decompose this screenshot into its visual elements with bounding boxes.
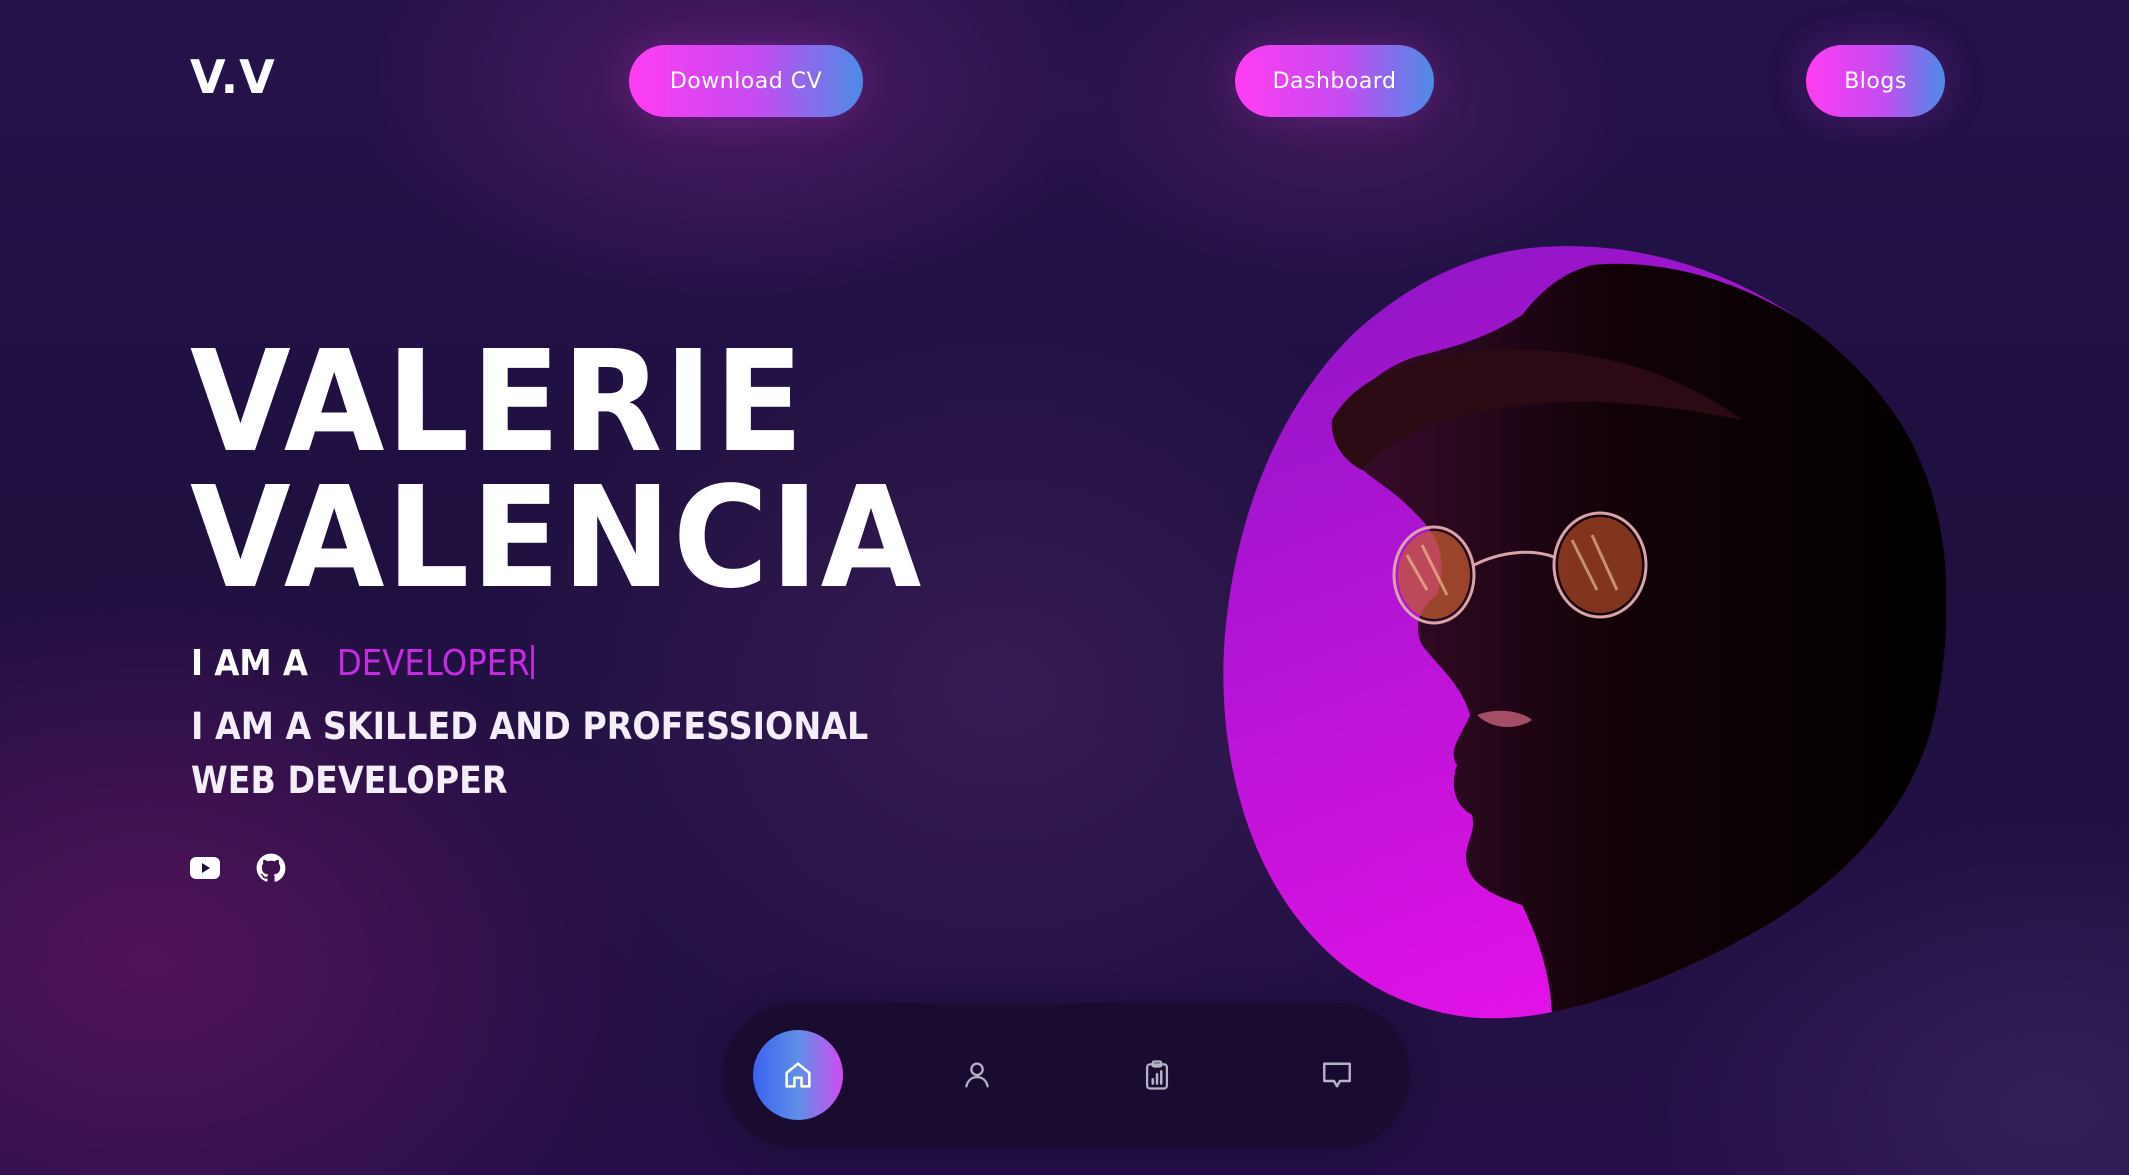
clipboard-chart-icon (1145, 1060, 1169, 1090)
portrait-image (1222, 245, 1946, 1020)
nav-contact-button[interactable] (1292, 1030, 1382, 1120)
hero-name: VALERIE VALENCIA (190, 321, 924, 620)
nav-about-button[interactable] (932, 1030, 1022, 1120)
hero-first-name: VALERIE (190, 321, 806, 484)
hero-tagline: I AM A SKILLED AND PROFESSIONAL WEB DEVE… (191, 705, 869, 802)
blogs-button[interactable]: Blogs (1806, 45, 1945, 117)
user-icon (965, 1062, 989, 1088)
youtube-icon[interactable] (190, 853, 220, 883)
home-icon (785, 1062, 811, 1088)
social-links (190, 853, 286, 883)
typing-cursor (531, 645, 535, 679)
chat-icon (1323, 1062, 1351, 1088)
role-prefix: I AM A (191, 643, 309, 684)
role-line: I AM A DEVELOPER (191, 643, 535, 684)
hero-last-name: VALENCIA (190, 457, 924, 620)
bottom-navigation (723, 1003, 1410, 1148)
download-cv-button[interactable]: Download CV (629, 45, 863, 117)
site-logo[interactable]: V.V (190, 50, 276, 104)
dashboard-button[interactable]: Dashboard (1235, 45, 1434, 117)
nav-home-button[interactable] (753, 1030, 843, 1120)
github-icon[interactable] (256, 853, 286, 883)
nav-projects-button[interactable] (1112, 1030, 1202, 1120)
role-typed-text: DEVELOPER (336, 643, 530, 684)
